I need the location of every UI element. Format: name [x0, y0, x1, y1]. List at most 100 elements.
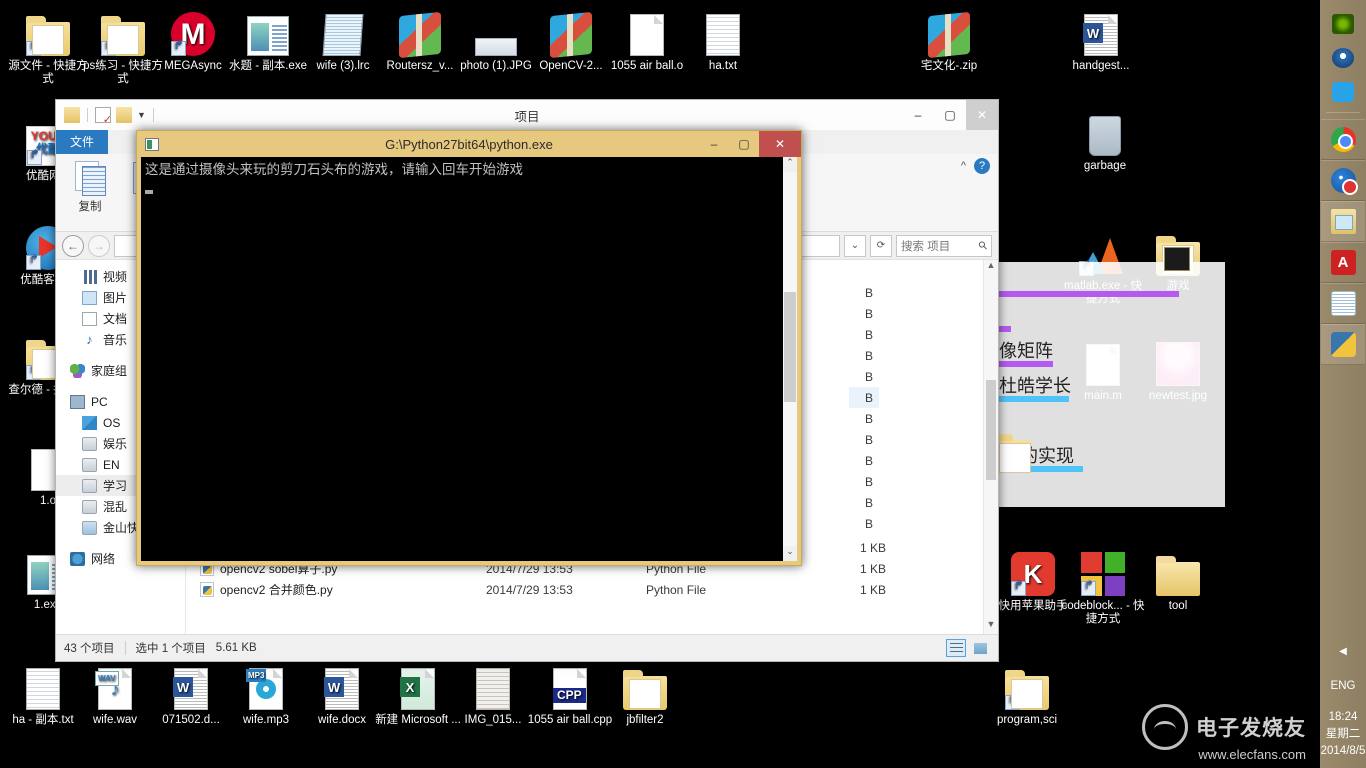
help-icon[interactable]: ?: [974, 158, 990, 174]
clock-time[interactable]: 18:24: [1320, 709, 1366, 726]
desktop-icon-new-excel[interactable]: X 新建 Microsoft ...: [375, 662, 461, 727]
desktop-icon-megasync[interactable]: M MEGAsync: [150, 8, 236, 73]
explorer-window-controls[interactable]: – ▢ ✕: [902, 100, 998, 130]
nvidia-tray-icon[interactable]: [1332, 14, 1354, 34]
tab-file[interactable]: 文件: [56, 130, 108, 154]
scrollbar-thumb[interactable]: [784, 292, 796, 402]
desktop-icon-routersz[interactable]: Routersz_v...: [377, 8, 463, 73]
scroll-up-arrow[interactable]: ⌃: [783, 157, 797, 172]
note-line: 目像矩阵: [981, 336, 1225, 367]
clock-date[interactable]: 2014/8/5: [1320, 743, 1366, 760]
file-list-scrollbar[interactable]: ▲ ▼: [983, 260, 998, 634]
new-folder-icon[interactable]: [116, 107, 132, 123]
scroll-up-arrow[interactable]: ▲: [984, 260, 998, 275]
scrollbar-track[interactable]: [783, 172, 797, 546]
taskbar-clock-area[interactable]: ◀ ENG 18:24 星期二 2014/8/5: [1320, 637, 1366, 768]
collapse-ribbon-icon[interactable]: ^: [961, 160, 966, 172]
desktop-icon-ha-txt[interactable]: ha.txt: [680, 8, 766, 73]
desktop-icon-source-files[interactable]: 源文件 - 快捷方式: [5, 8, 91, 86]
console-output[interactable]: 这是通过摄像头来玩的剪刀石头布的游戏，请输入回车开始游戏: [141, 157, 782, 561]
maximize-button[interactable]: ▢: [729, 131, 759, 157]
video-icon: [82, 270, 97, 284]
homegroup-icon: [70, 364, 85, 378]
forward-button[interactable]: →: [88, 235, 110, 257]
file-type-cell: Python File: [646, 583, 796, 597]
table-row[interactable]: opencv2 合并颜色.py 2014/7/29 13:53 Python F…: [186, 579, 983, 600]
translucent-note-window[interactable]: ıb cv 目像矩阵 刘杜皓学长 ] 的实现: [975, 262, 1225, 507]
chevron-down-icon[interactable]: ▼: [137, 110, 146, 120]
properties-icon[interactable]: [95, 107, 111, 123]
show-hidden-icons-button[interactable]: ◀: [1320, 637, 1366, 660]
item-count-label: 43 个项目: [64, 640, 115, 656]
explorer-taskbar-button[interactable]: [1321, 201, 1365, 242]
folder-icon: [602, 662, 688, 710]
console-title-bar[interactable]: G:\Python27bit64\python.exe – ▢ ✕: [137, 131, 801, 157]
desktop-icon-garbage[interactable]: garbage: [1062, 108, 1148, 173]
python-taskbar-button[interactable]: [1321, 324, 1365, 365]
copy-button[interactable]: 复制: [62, 158, 118, 227]
back-button[interactable]: ←: [62, 235, 84, 257]
maximize-button[interactable]: ▢: [934, 100, 966, 130]
note-highlight: [981, 291, 1179, 297]
sound-tray-icon[interactable]: [1332, 48, 1354, 68]
address-history-dropdown[interactable]: ⌄: [844, 235, 866, 257]
desktop-icon-label: wife.mp3: [223, 714, 309, 727]
sidebar-item-label: 网络: [91, 550, 115, 567]
scroll-down-arrow[interactable]: ⌄: [783, 546, 797, 561]
desktop-icon-wife-lrc[interactable]: wife (3).lrc: [300, 8, 386, 73]
folder-icon[interactable]: [64, 107, 80, 123]
desktop-icon-wife-wav[interactable]: WAV♪ wife.wav: [72, 662, 158, 727]
details-view-button[interactable]: [946, 639, 966, 657]
sidebar-item-label: 视频: [103, 268, 127, 285]
desktop-icon-zhaiwenhua-zip[interactable]: 宅文化-.zip: [906, 8, 992, 73]
close-button[interactable]: ✕: [759, 131, 801, 157]
file-size-cell: B: [849, 454, 873, 468]
taskbar[interactable]: A ◀ ENG 18:24 星期二 2014/8/5: [1320, 0, 1366, 768]
console-screen[interactable]: 这是通过摄像头来玩的剪刀石头布的游戏，请输入回车开始游戏 ⌃ ⌄: [141, 157, 797, 561]
desktop-icon-shuiti-exe[interactable]: 水题 - 副本.exe: [225, 8, 311, 73]
explorer-title-bar[interactable]: ▼ 项目 – ▢ ✕: [56, 100, 998, 130]
search-input[interactable]: 搜索 项目 ⚲: [896, 235, 992, 257]
desktop-icon-wife-docx[interactable]: W wife.docx: [299, 662, 385, 727]
messenger-tray-icon[interactable]: [1332, 82, 1354, 102]
minimize-button[interactable]: –: [699, 131, 729, 157]
desktop-icon-opencv-zip[interactable]: OpenCV-2...: [528, 8, 614, 73]
system-tray[interactable]: [1320, 0, 1366, 102]
search-placeholder: 搜索 项目: [901, 238, 950, 254]
360-browser-taskbar-button[interactable]: [1321, 160, 1365, 201]
acrobat-taskbar-button[interactable]: A: [1321, 242, 1365, 283]
close-button[interactable]: ✕: [966, 100, 998, 130]
minimize-button[interactable]: –: [902, 100, 934, 130]
note-line: ]: [981, 406, 1225, 437]
view-mode-buttons[interactable]: [946, 639, 990, 657]
desktop-icon-jbfilter2[interactable]: jbfilter2: [602, 662, 688, 727]
music-icon: ♪: [82, 333, 97, 347]
desktop-icon-img015[interactable]: IMG_015...: [450, 662, 536, 727]
file-size-cell: B: [849, 433, 873, 447]
scrollbar-thumb[interactable]: [986, 380, 996, 480]
desktop-icon-tool-folder[interactable]: tool: [1135, 548, 1221, 613]
notepad-taskbar-button[interactable]: [1321, 283, 1365, 324]
console-scrollbar[interactable]: ⌃ ⌄: [782, 157, 797, 561]
desktop-icon-airball-cpp[interactable]: CPP 1055 air ball.cpp: [527, 662, 613, 727]
desktop-icon-codeblocks[interactable]: codeblock... - 快捷方式: [1060, 548, 1146, 626]
desktop-icon-label: OpenCV-2...: [528, 60, 614, 73]
desktop-icon-071502-doc[interactable]: W 071502.d...: [148, 662, 234, 727]
desktop-icon-handgest-doc[interactable]: W handgest...: [1058, 8, 1144, 73]
wav-audio-icon: WAV♪: [72, 662, 158, 710]
desktop-icon-program-sci[interactable]: program,sci: [984, 662, 1070, 727]
scroll-down-arrow[interactable]: ▼: [984, 619, 998, 634]
console-window-controls[interactable]: – ▢ ✕: [699, 131, 801, 157]
language-indicator[interactable]: ENG: [1320, 678, 1366, 695]
quick-access-toolbar[interactable]: ▼: [56, 107, 156, 123]
chrome-taskbar-button[interactable]: [1321, 119, 1365, 160]
desktop-icon-label: tool: [1135, 600, 1221, 613]
large-icons-view-button[interactable]: [970, 639, 990, 657]
desktop-icon-airball-o[interactable]: 1055 air ball.o: [604, 8, 690, 73]
desktop-icon-photo-jpg[interactable]: photo (1).JPG: [453, 8, 539, 73]
refresh-button[interactable]: ⟳: [870, 235, 892, 257]
desktop-icon-wife-mp3[interactable]: MP3 wife.mp3: [223, 662, 309, 727]
desktop-icon-label: 新建 Microsoft ...: [375, 714, 461, 727]
python-console-window[interactable]: G:\Python27bit64\python.exe – ▢ ✕ 这是通过摄像…: [136, 130, 802, 566]
clock-weekday[interactable]: 星期二: [1320, 726, 1366, 743]
